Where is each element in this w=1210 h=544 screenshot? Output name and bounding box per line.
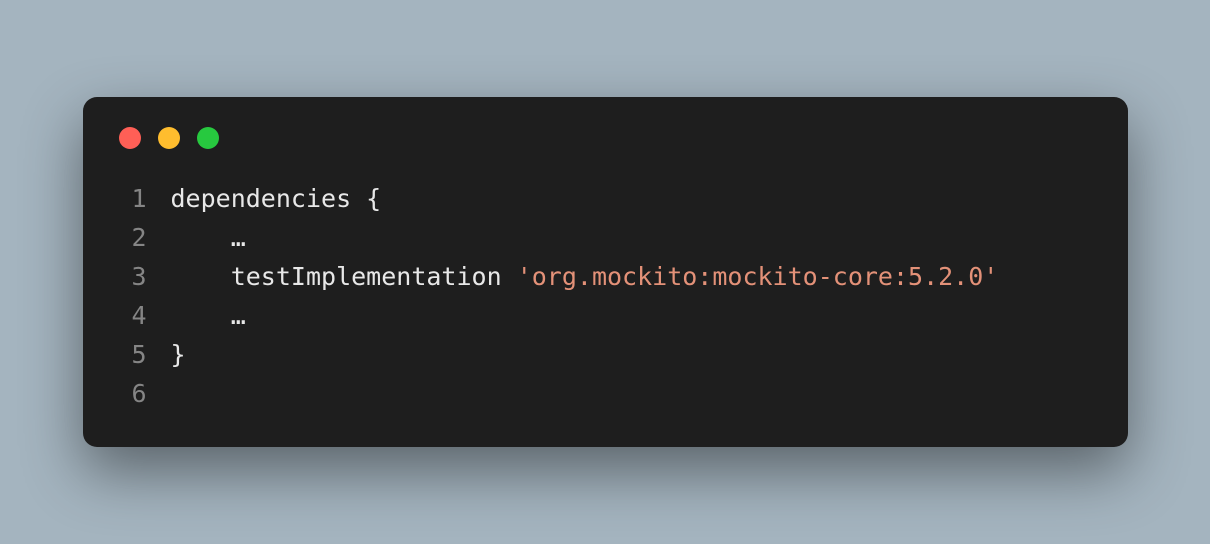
code-line: 4 …	[117, 296, 1094, 335]
code-block: 1 dependencies { 2 … 3 testImplementatio…	[117, 179, 1094, 413]
close-icon[interactable]	[119, 127, 141, 149]
code-window: 1 dependencies { 2 … 3 testImplementatio…	[83, 97, 1128, 447]
code-line: 5 }	[117, 335, 1094, 374]
code-content: dependencies {	[147, 179, 382, 218]
code-line: 2 …	[117, 218, 1094, 257]
line-number: 5	[117, 335, 147, 374]
line-number: 2	[117, 218, 147, 257]
code-content: …	[147, 218, 246, 257]
code-content	[147, 374, 171, 413]
maximize-icon[interactable]	[197, 127, 219, 149]
line-number: 1	[117, 179, 147, 218]
string-literal: 'org.mockito:mockito-core:5.2.0'	[517, 262, 999, 291]
code-content: testImplementation 'org.mockito:mockito-…	[147, 257, 999, 296]
code-line: 3 testImplementation 'org.mockito:mockit…	[117, 257, 1094, 296]
window-controls	[119, 127, 1094, 149]
line-number: 4	[117, 296, 147, 335]
code-content: }	[147, 335, 186, 374]
code-line: 1 dependencies {	[117, 179, 1094, 218]
code-content: …	[147, 296, 246, 335]
minimize-icon[interactable]	[158, 127, 180, 149]
line-number: 6	[117, 374, 147, 413]
code-line: 6	[117, 374, 1094, 413]
line-number: 3	[117, 257, 147, 296]
